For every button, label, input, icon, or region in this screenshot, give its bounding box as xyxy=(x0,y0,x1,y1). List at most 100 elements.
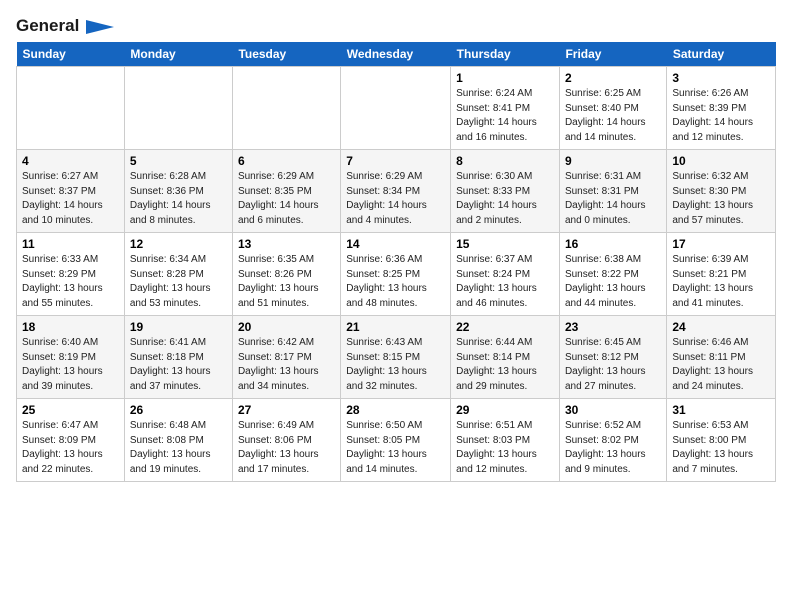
calendar-cell: 9Sunrise: 6:31 AM Sunset: 8:31 PM Daylig… xyxy=(559,150,666,233)
day-info: Sunrise: 6:38 AM Sunset: 8:22 PM Dayligh… xyxy=(565,253,661,311)
day-number: 26 xyxy=(130,403,227,417)
day-number: 27 xyxy=(238,403,335,417)
calendar-cell: 22Sunrise: 6:44 AM Sunset: 8:14 PM Dayli… xyxy=(451,316,560,399)
weekday-header-sunday: Sunday xyxy=(17,42,125,67)
day-number: 4 xyxy=(22,154,119,168)
day-info: Sunrise: 6:33 AM Sunset: 8:29 PM Dayligh… xyxy=(22,253,119,311)
day-number: 18 xyxy=(22,320,119,334)
day-info: Sunrise: 6:24 AM Sunset: 8:41 PM Dayligh… xyxy=(456,87,554,145)
day-number: 6 xyxy=(238,154,335,168)
day-number: 13 xyxy=(238,237,335,251)
page-header: General xyxy=(16,16,776,34)
day-info: Sunrise: 6:45 AM Sunset: 8:12 PM Dayligh… xyxy=(565,336,661,394)
weekday-header-monday: Monday xyxy=(124,42,232,67)
calendar-cell xyxy=(124,67,232,150)
day-info: Sunrise: 6:25 AM Sunset: 8:40 PM Dayligh… xyxy=(565,87,661,145)
day-number: 10 xyxy=(672,154,770,168)
calendar-cell: 3 Sunrise: 6:26 AM Sunset: 8:39 PM Daylig… xyxy=(667,67,776,150)
calendar-cell: 2 Sunrise: 6:25 AM Sunset: 8:40 PM Daylig… xyxy=(559,67,666,150)
day-info: Sunrise: 6:32 AM Sunset: 8:30 PM Dayligh… xyxy=(672,170,770,228)
day-info: Sunrise: 6:34 AM Sunset: 8:28 PM Dayligh… xyxy=(130,253,227,311)
calendar-cell: 17 Sunrise: 6:39 AM Sunset: 8:21 PM Dayli… xyxy=(667,233,776,316)
calendar-cell xyxy=(341,67,451,150)
day-info: Sunrise: 6:29 AM Sunset: 8:35 PM Dayligh… xyxy=(238,170,335,228)
calendar-cell: 1 Sunrise: 6:24 AM Sunset: 8:41 PM Daylig… xyxy=(451,67,560,150)
weekday-header-saturday: Saturday xyxy=(667,42,776,67)
day-info: Sunrise: 6:46 AM Sunset: 8:11 PM Dayligh… xyxy=(672,336,770,394)
day-number: 15 xyxy=(456,237,554,251)
calendar-cell: 11 Sunrise: 6:33 AM Sunset: 8:29 PM Dayli… xyxy=(17,233,125,316)
calendar-table: SundayMondayTuesdayWednesdayThursdayFrid… xyxy=(16,42,776,482)
day-number: 25 xyxy=(22,403,119,417)
day-info: Sunrise: 6:36 AM Sunset: 8:25 PM Dayligh… xyxy=(346,253,445,311)
calendar-cell: 27 Sunrise: 6:49 AM Sunset: 8:06 PM Dayli… xyxy=(232,399,340,482)
day-number: 5 xyxy=(130,154,227,168)
calendar-cell: 18 Sunrise: 6:40 AM Sunset: 8:19 PM Dayli… xyxy=(17,316,125,399)
day-info: Sunrise: 6:52 AM Sunset: 8:02 PM Dayligh… xyxy=(565,419,661,477)
day-info: Sunrise: 6:43 AM Sunset: 8:15 PM Dayligh… xyxy=(346,336,445,394)
weekday-header-thursday: Thursday xyxy=(451,42,560,67)
calendar-cell: 19 Sunrise: 6:41 AM Sunset: 8:18 PM Dayli… xyxy=(124,316,232,399)
day-number: 11 xyxy=(22,237,119,251)
calendar-cell: 8 Sunrise: 6:30 AM Sunset: 8:33 PM Daylig… xyxy=(451,150,560,233)
calendar-cell: 31Sunrise: 6:53 AM Sunset: 8:00 PM Dayli… xyxy=(667,399,776,482)
logo: General xyxy=(16,16,114,34)
day-info: Sunrise: 6:44 AM Sunset: 8:14 PM Dayligh… xyxy=(456,336,554,394)
day-number: 24 xyxy=(672,320,770,334)
weekday-header-wednesday: Wednesday xyxy=(341,42,451,67)
day-info: Sunrise: 6:40 AM Sunset: 8:19 PM Dayligh… xyxy=(22,336,119,394)
day-info: Sunrise: 6:28 AM Sunset: 8:36 PM Dayligh… xyxy=(130,170,227,228)
day-number: 16 xyxy=(565,237,661,251)
day-number: 14 xyxy=(346,237,445,251)
day-info: Sunrise: 6:51 AM Sunset: 8:03 PM Dayligh… xyxy=(456,419,554,477)
day-info: Sunrise: 6:50 AM Sunset: 8:05 PM Dayligh… xyxy=(346,419,445,477)
day-info: Sunrise: 6:41 AM Sunset: 8:18 PM Dayligh… xyxy=(130,336,227,394)
day-number: 30 xyxy=(565,403,661,417)
day-number: 1 xyxy=(456,71,554,85)
day-info: Sunrise: 6:49 AM Sunset: 8:06 PM Dayligh… xyxy=(238,419,335,477)
day-info: Sunrise: 6:42 AM Sunset: 8:17 PM Dayligh… xyxy=(238,336,335,394)
day-info: Sunrise: 6:39 AM Sunset: 8:21 PM Dayligh… xyxy=(672,253,770,311)
calendar-cell xyxy=(17,67,125,150)
logo-general: General xyxy=(16,16,114,36)
day-number: 3 xyxy=(672,71,770,85)
day-number: 19 xyxy=(130,320,227,334)
day-info: Sunrise: 6:48 AM Sunset: 8:08 PM Dayligh… xyxy=(130,419,227,477)
day-number: 21 xyxy=(346,320,445,334)
calendar-cell: 4 Sunrise: 6:27 AM Sunset: 8:37 PM Daylig… xyxy=(17,150,125,233)
calendar-cell: 16 Sunrise: 6:38 AM Sunset: 8:22 PM Dayli… xyxy=(559,233,666,316)
calendar-cell: 29 Sunrise: 6:51 AM Sunset: 8:03 PM Dayli… xyxy=(451,399,560,482)
day-number: 29 xyxy=(456,403,554,417)
calendar-cell: 14 Sunrise: 6:36 AM Sunset: 8:25 PM Dayli… xyxy=(341,233,451,316)
calendar-cell: 12Sunrise: 6:34 AM Sunset: 8:28 PM Dayli… xyxy=(124,233,232,316)
day-info: Sunrise: 6:37 AM Sunset: 8:24 PM Dayligh… xyxy=(456,253,554,311)
day-number: 17 xyxy=(672,237,770,251)
day-number: 9 xyxy=(565,154,661,168)
day-info: Sunrise: 6:53 AM Sunset: 8:00 PM Dayligh… xyxy=(672,419,770,477)
calendar-cell: 24 Sunrise: 6:46 AM Sunset: 8:11 PM Dayli… xyxy=(667,316,776,399)
day-number: 2 xyxy=(565,71,661,85)
calendar-cell: 7 Sunrise: 6:29 AM Sunset: 8:34 PM Daylig… xyxy=(341,150,451,233)
calendar-cell: 15 Sunrise: 6:37 AM Sunset: 8:24 PM Dayli… xyxy=(451,233,560,316)
day-info: Sunrise: 6:29 AM Sunset: 8:34 PM Dayligh… xyxy=(346,170,445,228)
day-info: Sunrise: 6:26 AM Sunset: 8:39 PM Dayligh… xyxy=(672,87,770,145)
day-number: 20 xyxy=(238,320,335,334)
calendar-cell: 23 Sunrise: 6:45 AM Sunset: 8:12 PM Dayli… xyxy=(559,316,666,399)
calendar-cell: 21 Sunrise: 6:43 AM Sunset: 8:15 PM Dayli… xyxy=(341,316,451,399)
calendar-cell xyxy=(232,67,340,150)
calendar-cell: 20 Sunrise: 6:42 AM Sunset: 8:17 PM Dayli… xyxy=(232,316,340,399)
day-number: 8 xyxy=(456,154,554,168)
day-number: 23 xyxy=(565,320,661,334)
day-info: Sunrise: 6:27 AM Sunset: 8:37 PM Dayligh… xyxy=(22,170,119,228)
day-info: Sunrise: 6:47 AM Sunset: 8:09 PM Dayligh… xyxy=(22,419,119,477)
weekday-header-friday: Friday xyxy=(559,42,666,67)
calendar-cell: 25 Sunrise: 6:47 AM Sunset: 8:09 PM Dayli… xyxy=(17,399,125,482)
day-number: 7 xyxy=(346,154,445,168)
day-info: Sunrise: 6:30 AM Sunset: 8:33 PM Dayligh… xyxy=(456,170,554,228)
calendar-cell: 13Sunrise: 6:35 AM Sunset: 8:26 PM Dayli… xyxy=(232,233,340,316)
calendar-cell: 28 Sunrise: 6:50 AM Sunset: 8:05 PM Dayli… xyxy=(341,399,451,482)
calendar-cell: 6 Sunrise: 6:29 AM Sunset: 8:35 PM Daylig… xyxy=(232,150,340,233)
calendar-cell: 10 Sunrise: 6:32 AM Sunset: 8:30 PM Dayli… xyxy=(667,150,776,233)
calendar-cell: 5 Sunrise: 6:28 AM Sunset: 8:36 PM Daylig… xyxy=(124,150,232,233)
day-number: 28 xyxy=(346,403,445,417)
